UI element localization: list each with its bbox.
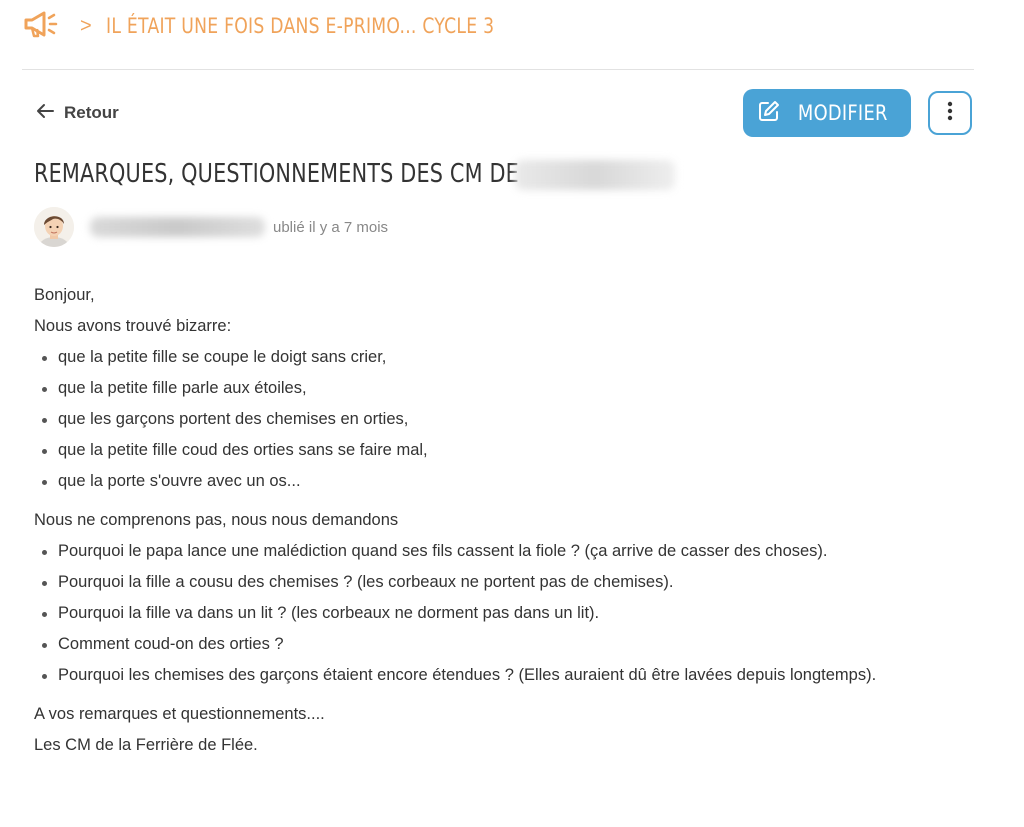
header-divider (22, 69, 974, 70)
list-item: que la petite fille se coupe le doigt sa… (42, 342, 974, 373)
list-item: que la petite fille parle aux étoiles, (42, 373, 974, 404)
list-item: Comment coud-on des orties ? (42, 629, 974, 660)
breadcrumb: > IL ÉTAIT UNE FOIS DANS E-PRIMO... CYCL… (22, 10, 579, 42)
more-options-button[interactable] (928, 91, 972, 135)
redacted-title-blur (515, 160, 675, 190)
list-item: que la porte s'ouvre avec un os... (42, 466, 974, 497)
closing-remarks: A vos remarques et questionnements.... (34, 705, 325, 723)
list-questions: Pourquoi le papa lance une malédiction q… (34, 536, 974, 691)
avatar[interactable] (34, 207, 74, 247)
list-item: que la petite fille coud des orties sans… (42, 435, 974, 466)
list-item: Pourquoi le papa lance une malédiction q… (42, 536, 974, 567)
list-item: que les garçons portent des chemises en … (42, 404, 974, 435)
back-button[interactable]: Retour (36, 100, 119, 126)
list-item: Pourquoi la fille va dans un lit ? (les … (42, 598, 974, 629)
list-item: Pourquoi les chemises des garçons étaien… (42, 660, 974, 691)
intro-bizarre: Nous avons trouvé bizarre: (34, 317, 232, 335)
intro-questions: Nous ne comprenons pas, nous nous demand… (34, 511, 399, 529)
breadcrumb-link[interactable]: IL ÉTAIT UNE FOIS DANS E-PRIMO... CYCLE … (106, 14, 494, 38)
more-vertical-icon (947, 101, 953, 126)
edit-icon (758, 100, 780, 127)
redacted-author-name (90, 217, 265, 237)
megaphone-icon (22, 9, 66, 44)
post-title-text: REMARQUES, QUESTIONNEMENTS DES CM DE (34, 159, 519, 189)
author-row: ublié il y a 7 mois (34, 206, 388, 248)
list-item: Pourquoi la fille a cousu des chemises ?… (42, 567, 974, 598)
closing-signature: Les CM de la Ferrière de Flée. (34, 736, 258, 754)
modify-button[interactable]: MODIFIER (743, 89, 911, 137)
breadcrumb-separator: > (80, 15, 92, 37)
greeting: Bonjour, (34, 286, 95, 304)
arrow-left-icon (36, 103, 54, 124)
list-bizarre: que la petite fille se coupe le doigt sa… (34, 342, 974, 497)
published-date: ublié il y a 7 mois (273, 218, 389, 236)
modify-label: MODIFIER (798, 101, 888, 125)
post-content: Bonjour, Nous avons trouvé bizarre: que … (34, 280, 974, 761)
back-label: Retour (64, 103, 119, 122)
